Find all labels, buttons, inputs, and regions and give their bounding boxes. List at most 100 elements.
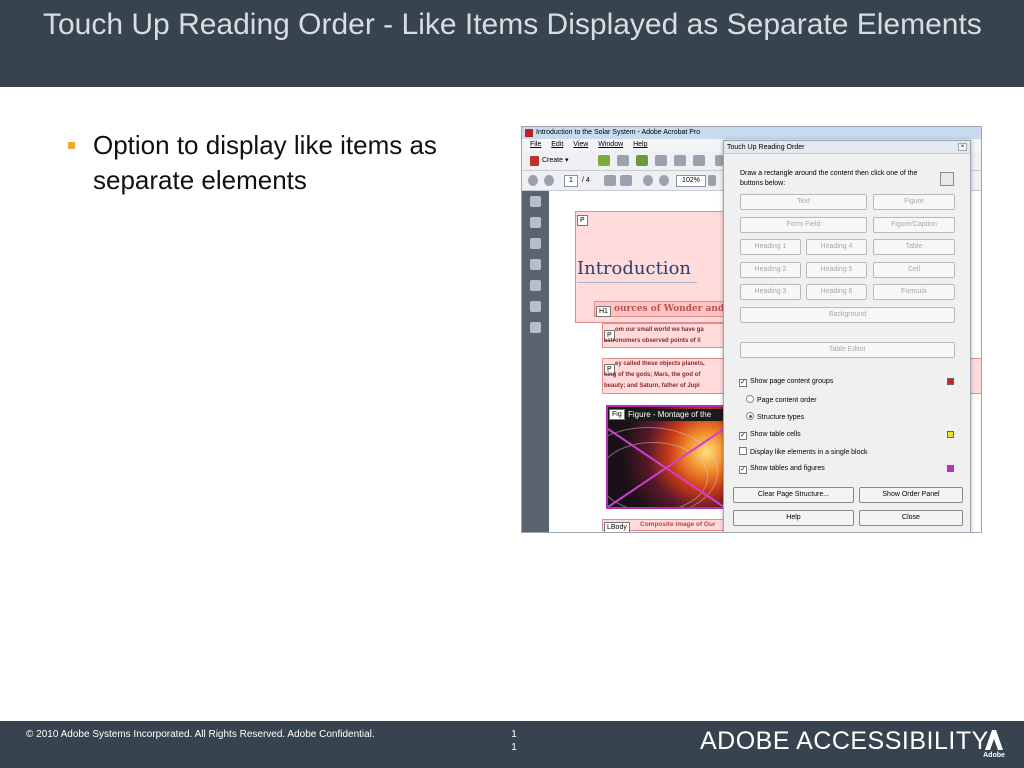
acrobat-titlebar: Introduction to the Solar System - Adobe… — [522, 127, 981, 139]
figure-caption-button[interactable]: Figure/Caption — [873, 217, 955, 233]
copyright-text: © 2010 Adobe Systems Incorporated. All R… — [26, 729, 375, 740]
acrobat-app-icon — [525, 129, 533, 137]
email-icon[interactable] — [693, 155, 705, 166]
dialog-close-icon[interactable]: × — [958, 143, 967, 151]
page-down-icon[interactable] — [544, 175, 554, 186]
show-order-panel-button[interactable]: Show Order Panel — [859, 487, 963, 503]
dialog-title-bar: Touch Up Reading Order × — [724, 141, 970, 154]
model-tree-icon[interactable] — [530, 301, 541, 312]
structure-types-label: Structure types — [757, 414, 805, 421]
content-groups-color-swatch[interactable] — [947, 378, 954, 385]
menu-file[interactable]: File — [530, 139, 541, 151]
slide-number-secondary: 1 — [511, 742, 517, 753]
tags-icon[interactable] — [530, 322, 541, 333]
acrobat-window-title: Introduction to the Solar System - Adobe… — [536, 129, 701, 136]
cell-button[interactable]: Cell — [873, 262, 955, 278]
menu-edit[interactable]: Edit — [551, 139, 563, 151]
show-table-cells-row[interactable]: ✓ Show table cells — [739, 430, 801, 440]
brand-text: ADOBE ACCESSIBILITY — [700, 727, 989, 755]
show-table-cells-label: Show table cells — [750, 431, 801, 438]
zoom-input[interactable]: 102% — [676, 175, 706, 187]
create-button[interactable]: Create ▾ — [528, 154, 580, 168]
help-button[interactable]: Help — [733, 510, 854, 526]
page-number-input[interactable]: 1 — [564, 175, 578, 187]
show-tables-figures-label: Show tables and figures — [750, 465, 825, 472]
edit-icon[interactable] — [674, 155, 686, 166]
doc-para2-line2: king of the gods; Mars, the god of — [604, 372, 701, 378]
figure-caption: Figure - Montage of the — [624, 409, 724, 421]
structure-types-radio[interactable] — [746, 412, 754, 420]
doc-para1-line1: om our small world we have ga — [615, 327, 704, 333]
create-icon — [530, 156, 539, 166]
show-page-content-groups-row[interactable]: ✓ Show page content groups — [739, 377, 833, 387]
table-button[interactable]: Table — [873, 239, 955, 255]
doc-para1-line2: astronomers observed points of li — [604, 338, 701, 344]
settings-icon[interactable] — [715, 155, 723, 166]
page-content-order-radio[interactable] — [746, 395, 754, 403]
clear-page-structure-button[interactable]: Clear Page Structure... — [733, 487, 854, 503]
show-page-content-groups-checkbox[interactable]: ✓ — [739, 379, 747, 387]
zoom-dropdown-icon[interactable] — [708, 175, 716, 186]
page-total: / 4 — [582, 177, 590, 184]
figure-button[interactable]: Figure — [873, 194, 955, 210]
reading-order-icon[interactable] — [940, 172, 954, 186]
doc-figure: Figure - Montage of the Fig — [606, 405, 726, 509]
create-label: Create — [542, 157, 564, 164]
show-tables-figures-row[interactable]: ✓ Show tables and figures — [739, 464, 825, 474]
zoom-in-icon[interactable] — [659, 175, 669, 186]
show-tables-figures-checkbox[interactable]: ✓ — [739, 466, 747, 474]
page-content-order-label: Page content order — [757, 397, 817, 404]
menu-window[interactable]: Window — [598, 139, 623, 151]
structure-types-row[interactable]: Structure types — [746, 412, 804, 422]
bookmarks-icon[interactable] — [530, 217, 541, 228]
adobe-logo: Adobe — [982, 728, 1006, 762]
hand-tool-icon[interactable] — [620, 175, 632, 186]
slide-title: Touch Up Reading Order - Like Items Disp… — [43, 8, 982, 41]
tag-p1: P — [577, 215, 588, 226]
display-like-elements-checkbox[interactable] — [739, 447, 747, 455]
upload-icon[interactable] — [636, 155, 648, 166]
doc-heading-rule — [577, 282, 697, 283]
show-table-cells-checkbox[interactable]: ✓ — [739, 432, 747, 440]
heading4-button[interactable]: Heading 4 — [806, 239, 867, 255]
navigation-pane — [522, 191, 549, 532]
table-editor-button[interactable]: Table Editor — [740, 342, 955, 358]
display-like-elements-row[interactable]: Display like elements in a single block — [739, 447, 868, 457]
close-button[interactable]: Close — [859, 510, 963, 526]
select-tool-icon[interactable] — [604, 175, 616, 186]
page-content-order-row[interactable]: Page content order — [746, 395, 817, 405]
form-field-button[interactable]: Form Field — [740, 217, 867, 233]
zoom-out-icon[interactable] — [643, 175, 653, 186]
pages-icon[interactable] — [530, 196, 541, 207]
doc-subheading: ources of Wonder and — [614, 304, 725, 314]
heading2-button[interactable]: Heading 2 — [740, 262, 801, 278]
attachments-icon[interactable] — [530, 238, 541, 249]
tag-lbody: LBody — [604, 522, 630, 532]
menu-view[interactable]: View — [573, 139, 588, 151]
heading1-button[interactable]: Heading 1 — [740, 239, 801, 255]
save-icon[interactable] — [617, 155, 629, 166]
table-cells-color-swatch[interactable] — [947, 431, 954, 438]
display-like-elements-label: Display like elements in a single block — [750, 449, 868, 456]
page-up-icon[interactable] — [528, 175, 538, 186]
bullet-text: Option to display like items as separate… — [93, 130, 437, 195]
doc-para2-line1: ey called these objects planets, — [615, 361, 705, 367]
tables-figures-color-swatch[interactable] — [947, 465, 954, 472]
dialog-instructions: Draw a rectangle around the content then… — [740, 170, 918, 187]
menu-help[interactable]: Help — [633, 139, 647, 151]
layers-icon[interactable] — [530, 280, 541, 291]
text-button[interactable]: Text — [740, 194, 867, 210]
background-button[interactable]: Background — [740, 307, 955, 323]
adobe-logo-icon — [985, 730, 1003, 750]
heading3-button[interactable]: Heading 3 — [740, 284, 801, 300]
tag-h1: H1 — [596, 306, 611, 317]
print-icon[interactable] — [655, 155, 667, 166]
bullet-marker — [68, 142, 75, 149]
heading6-button[interactable]: Heading 6 — [806, 284, 867, 300]
figure-cross-icon — [608, 428, 724, 507]
heading5-button[interactable]: Heading 5 — [806, 262, 867, 278]
formula-button[interactable]: Formula — [873, 284, 955, 300]
combine-icon[interactable] — [598, 155, 610, 166]
signatures-icon[interactable] — [530, 259, 541, 270]
touch-up-reading-order-dialog: Touch Up Reading Order × Draw a rectangl… — [723, 140, 971, 532]
